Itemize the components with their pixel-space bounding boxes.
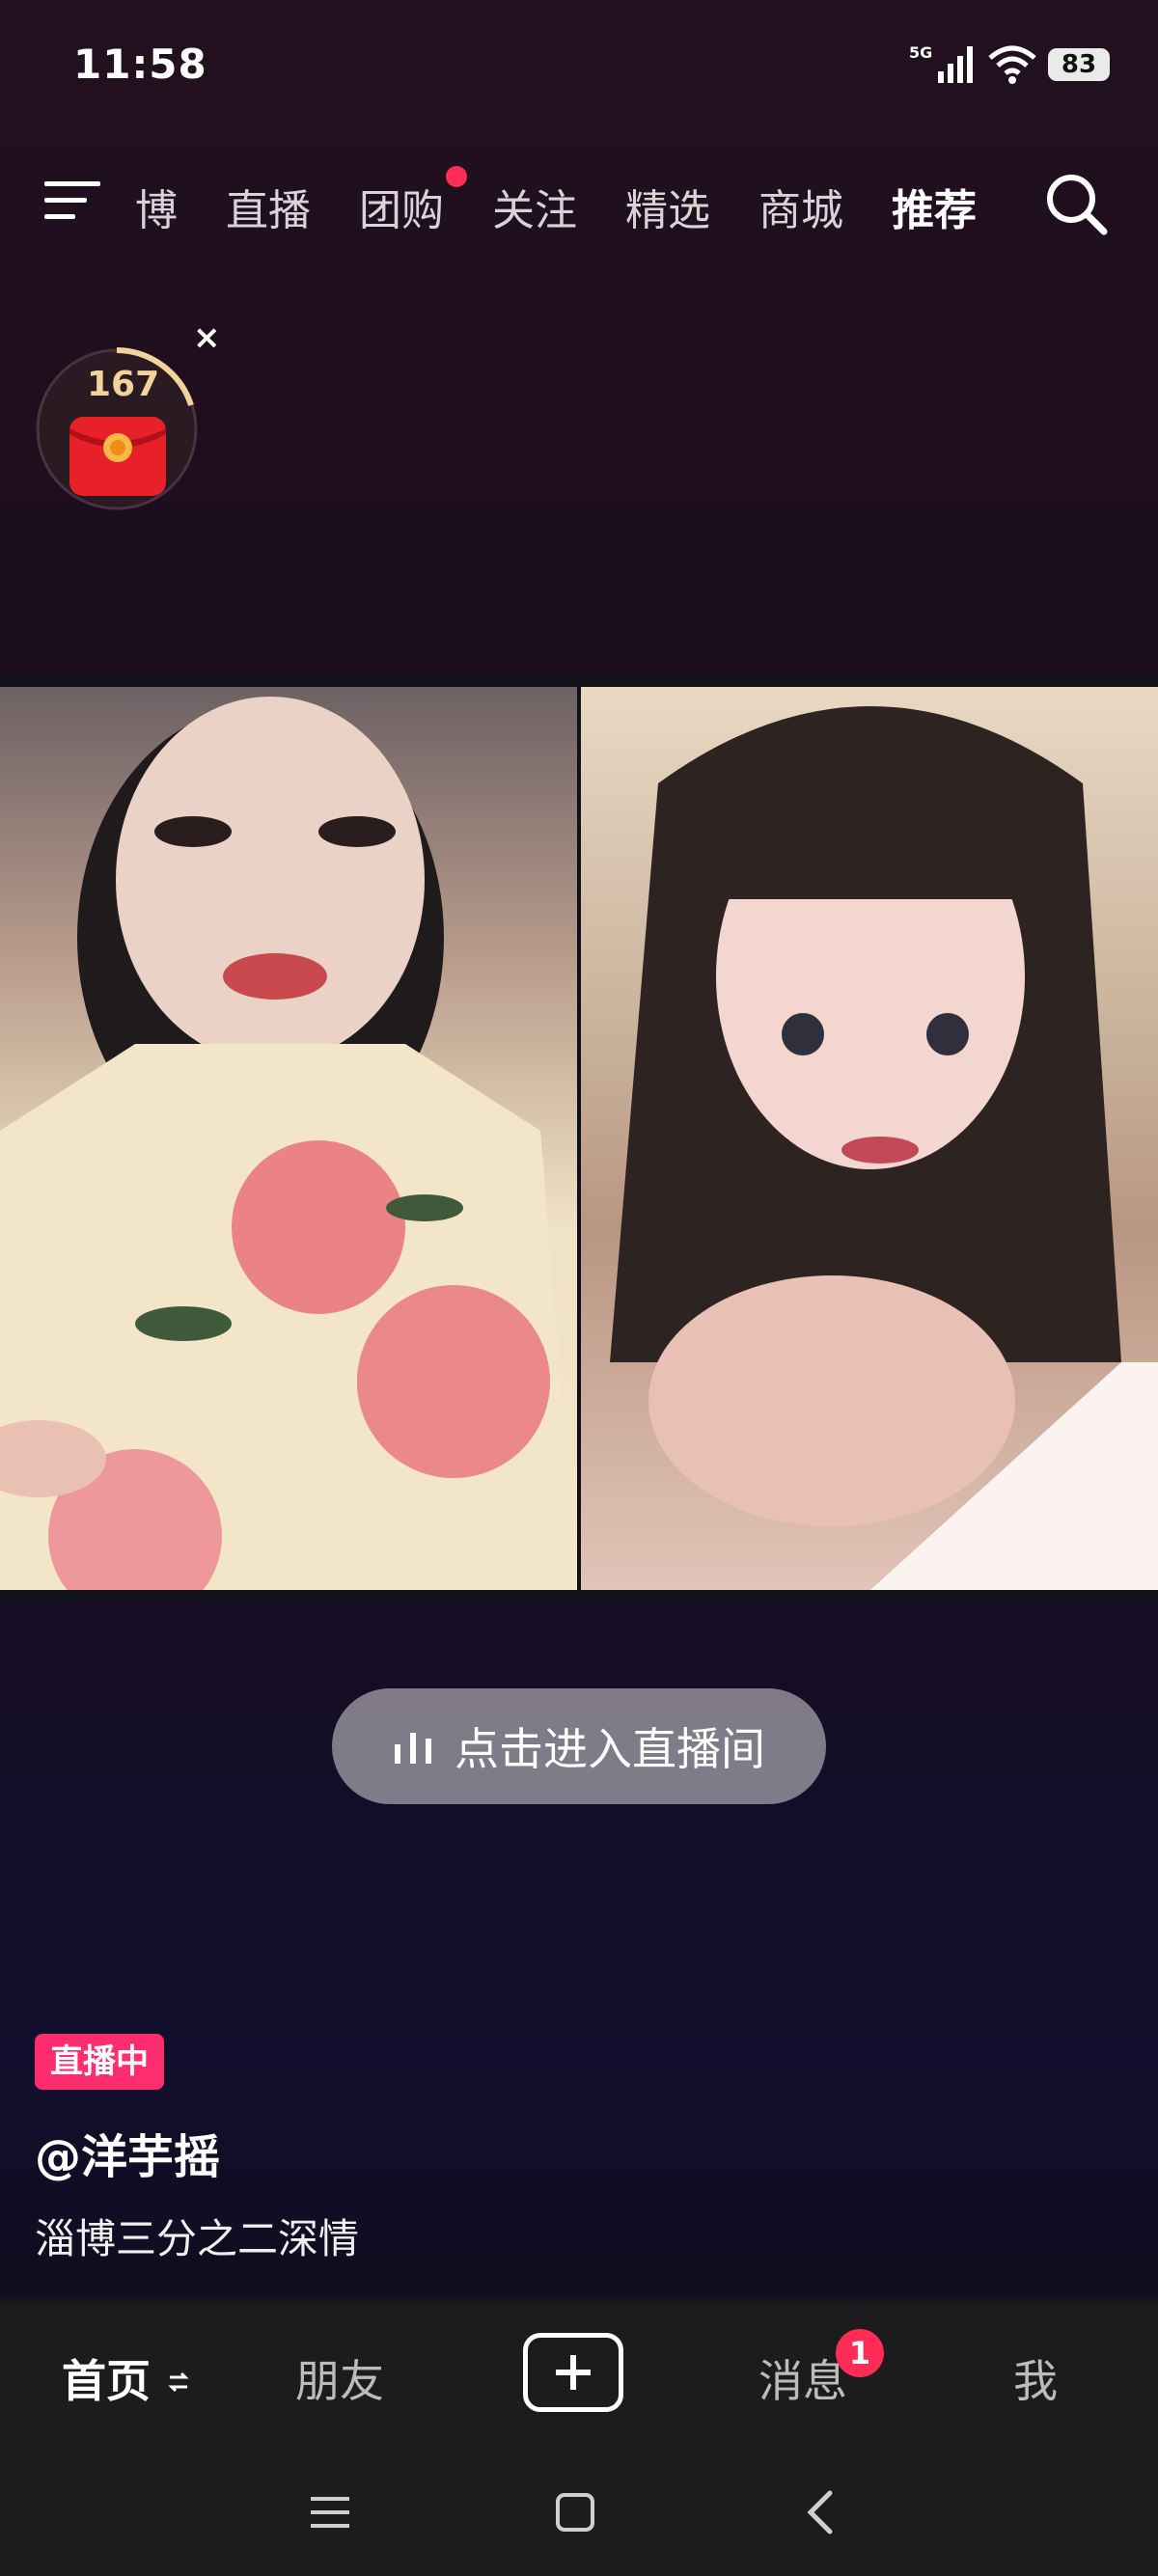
nav-home-label: 首页	[62, 2355, 151, 2407]
back-icon[interactable]	[803, 2489, 838, 2535]
enter-live-room-button[interactable]: 点击进入直播间	[332, 1688, 826, 1804]
red-packet-widget[interactable]: 167	[35, 347, 199, 511]
tab-recommended[interactable]: 推荐	[892, 176, 977, 237]
menu-icon[interactable]	[44, 176, 104, 226]
refresh-swap-icon	[168, 2371, 189, 2393]
cellular-signal-icon: 5G	[909, 43, 973, 83]
streamer-username[interactable]: @洋芋摇	[35, 2119, 220, 2186]
create-post-button[interactable]	[523, 2333, 623, 2412]
live-video-area[interactable]	[0, 675, 1158, 1602]
nav-friends[interactable]: 朋友	[295, 2346, 384, 2410]
battery-icon: 83	[1048, 48, 1110, 81]
tab-live[interactable]: 直播	[226, 176, 311, 237]
system-nav-bar	[0, 2453, 1158, 2576]
tab-featured[interactable]: 精选	[625, 176, 710, 237]
status-bar: 11:58 5G 83	[0, 0, 1158, 135]
tab-group-buy[interactable]: 团购	[359, 176, 444, 237]
video-pane-right[interactable]	[581, 687, 1158, 1590]
streamer-portrait-right	[610, 706, 1158, 1590]
top-nav: 博 直播 团购 关注 精选 商城 推荐	[0, 154, 1158, 270]
tab-following[interactable]: 关注	[492, 176, 577, 237]
streamer-portrait-left	[0, 697, 577, 1590]
status-icons: 5G 83	[909, 42, 1110, 87]
tab-bar: 博 直播 团购 关注 精选 商城 推荐	[96, 166, 1004, 243]
live-status-badge: 直播中	[35, 2034, 164, 2090]
search-icon[interactable]	[1042, 170, 1110, 237]
red-packet-count: 167	[87, 365, 160, 404]
plus-icon	[556, 2355, 591, 2390]
network-type-label: 5G	[909, 43, 932, 62]
wifi-icon	[988, 45, 1036, 84]
video-pane-left[interactable]	[0, 687, 577, 1590]
messages-unread-badge: 1	[836, 2329, 884, 2377]
stream-description: 淄博三分之二深情	[35, 2215, 360, 2262]
tab-mall[interactable]: 商城	[758, 176, 843, 237]
nav-me[interactable]: 我	[1013, 2346, 1058, 2410]
enter-live-room-label: 点击进入直播间	[455, 1723, 765, 1775]
clock: 11:58	[73, 41, 207, 88]
tab-partial[interactable]: 博	[135, 176, 178, 237]
nav-home[interactable]: 首页	[62, 2346, 191, 2410]
recent-apps-icon[interactable]	[309, 2493, 351, 2532]
nav-messages[interactable]: 消息	[758, 2346, 847, 2410]
audio-bars-icon	[395, 1733, 431, 1764]
home-icon[interactable]	[554, 2491, 596, 2534]
notification-dot	[446, 166, 467, 187]
bottom-nav: 首页 朋友 消息 1 我	[0, 2298, 1158, 2453]
